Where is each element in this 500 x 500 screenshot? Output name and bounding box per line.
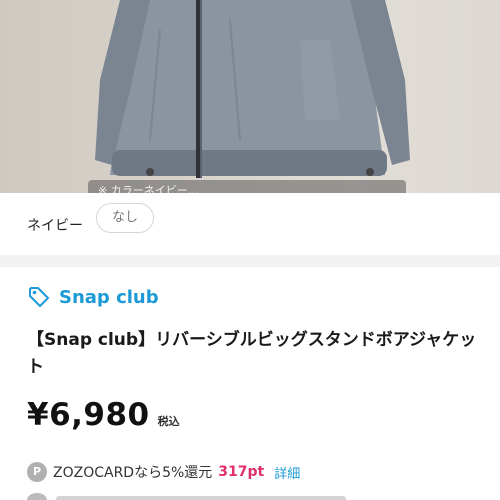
points-value: 317pt	[218, 464, 265, 480]
points-detail-link[interactable]: 詳細	[274, 463, 300, 482]
variant-row: ネイビー なし	[0, 193, 500, 255]
next-row-icon	[27, 493, 47, 500]
price-row: ¥6,980 税込	[27, 397, 180, 433]
points-badge-icon: P	[27, 462, 47, 482]
points-row: P ZOZOCARDなら5%還元 317pt 詳細	[27, 462, 300, 482]
next-row-placeholder	[56, 496, 346, 500]
color-label: ネイビー	[27, 218, 83, 234]
price: ¥6,980	[27, 397, 150, 433]
product-title: 【Snap club】リバーシブルビッグスタンドボアジャケット	[27, 330, 477, 377]
tag-icon	[29, 287, 49, 307]
brand-link[interactable]: Snap club	[27, 284, 159, 310]
tax-label: 税込	[157, 415, 180, 428]
points-text: ZOZOCARDなら5%還元	[53, 465, 213, 481]
size-option-chip[interactable]: なし	[96, 203, 154, 233]
section-divider	[0, 255, 500, 267]
brand-name[interactable]: Snap club	[59, 287, 159, 308]
product-photo[interactable]: ※ カラーネイビー…	[0, 0, 500, 193]
photo-caption: ※ カラーネイビー…	[88, 180, 406, 193]
jacket-photo-illustration	[95, 0, 410, 178]
